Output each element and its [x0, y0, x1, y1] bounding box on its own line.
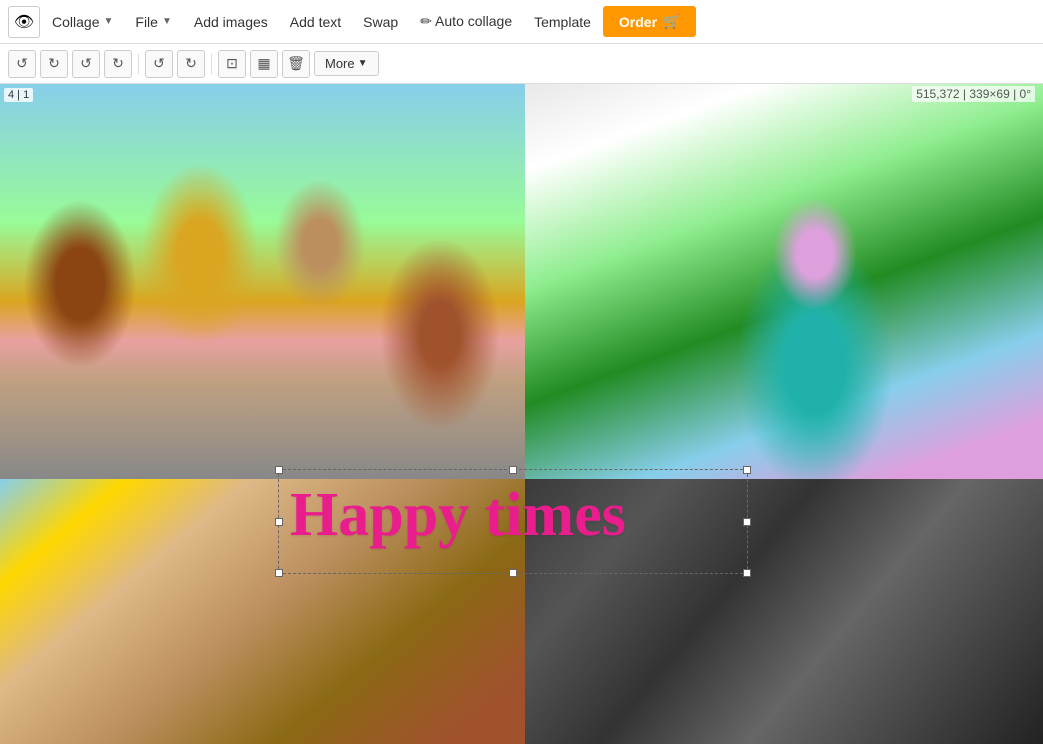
redo-button[interactable]: ↻: [177, 50, 205, 78]
undo-button[interactable]: ↺: [145, 50, 173, 78]
flip-h-icon: ↺: [80, 55, 92, 72]
add-images-label: Add images: [194, 14, 268, 30]
file-menu-button[interactable]: File ▼: [125, 8, 181, 36]
template-label: Template: [534, 14, 591, 30]
undo-icon: ↺: [153, 55, 165, 72]
rotate-right-button[interactable]: ↻: [40, 50, 68, 78]
toolbar-separator-2: [211, 54, 212, 74]
photo-grid: 4 | 1: [0, 84, 1043, 744]
add-text-button[interactable]: Add text: [280, 8, 351, 36]
cell-label: 4 | 1: [4, 88, 33, 102]
auto-collage-button[interactable]: ✏ Auto collage: [410, 7, 522, 36]
file-label: File: [135, 14, 158, 30]
flip-v-button[interactable]: ↻: [104, 50, 132, 78]
more-caret-icon: ▼: [358, 58, 368, 69]
frame-icon: ▦: [257, 55, 270, 72]
add-text-label: Add text: [290, 14, 341, 30]
eye-icon: 👁: [14, 12, 34, 32]
swap-button[interactable]: Swap: [353, 8, 408, 36]
order-button[interactable]: Order 🛒: [603, 6, 697, 37]
cart-icon: 🛒: [663, 13, 680, 30]
more-label: More: [325, 56, 355, 71]
rotate-left-button[interactable]: ↺: [8, 50, 36, 78]
text-overlay[interactable]: Happy times: [290, 484, 626, 546]
trash-icon: 🗑: [287, 55, 305, 72]
top-menubar: 👁 Collage ▼ File ▼ Add images Add text S…: [0, 0, 1043, 44]
auto-collage-label: ✏ Auto collage: [420, 13, 512, 30]
visibility-toggle-button[interactable]: 👁: [8, 6, 40, 38]
second-toolbar: ↺ ↻ ↺ ↻ ↺ ↻ ⊡ ▦ 🗑 More ▼: [0, 44, 1043, 84]
collage-caret-icon: ▼: [103, 16, 113, 27]
flip-v-icon: ↻: [112, 55, 124, 72]
more-menu-button[interactable]: More ▼: [314, 51, 379, 76]
rotate-right-icon: ↻: [48, 55, 60, 72]
canvas-area[interactable]: 515,372 | 339×69 | 0° 4 | 1: [0, 84, 1043, 744]
happy-times-text[interactable]: Happy times: [290, 481, 626, 549]
crop-button[interactable]: ⊡: [218, 50, 246, 78]
swap-label: Swap: [363, 14, 398, 30]
flip-h-button[interactable]: ↺: [72, 50, 100, 78]
delete-button[interactable]: 🗑: [282, 50, 310, 78]
photo-1-content: [0, 84, 525, 479]
photo-cell-2[interactable]: [525, 84, 1043, 479]
crop-icon: ⊡: [226, 55, 238, 72]
file-caret-icon: ▼: [162, 16, 172, 27]
add-images-button[interactable]: Add images: [184, 8, 278, 36]
toolbar-separator-1: [138, 54, 139, 74]
collage-menu-button[interactable]: Collage ▼: [42, 8, 123, 36]
photo-2-content: [525, 84, 1043, 479]
redo-icon: ↻: [185, 55, 197, 72]
template-button[interactable]: Template: [524, 8, 601, 36]
photo-cell-1[interactable]: 4 | 1: [0, 84, 525, 479]
collage-label: Collage: [52, 14, 99, 30]
rotate-left-icon: ↺: [16, 55, 28, 72]
order-label: Order: [619, 14, 657, 30]
frame-button[interactable]: ▦: [250, 50, 278, 78]
coord-text: 515,372 | 339×69 | 0°: [916, 87, 1031, 101]
coord-info: 515,372 | 339×69 | 0°: [912, 86, 1035, 102]
